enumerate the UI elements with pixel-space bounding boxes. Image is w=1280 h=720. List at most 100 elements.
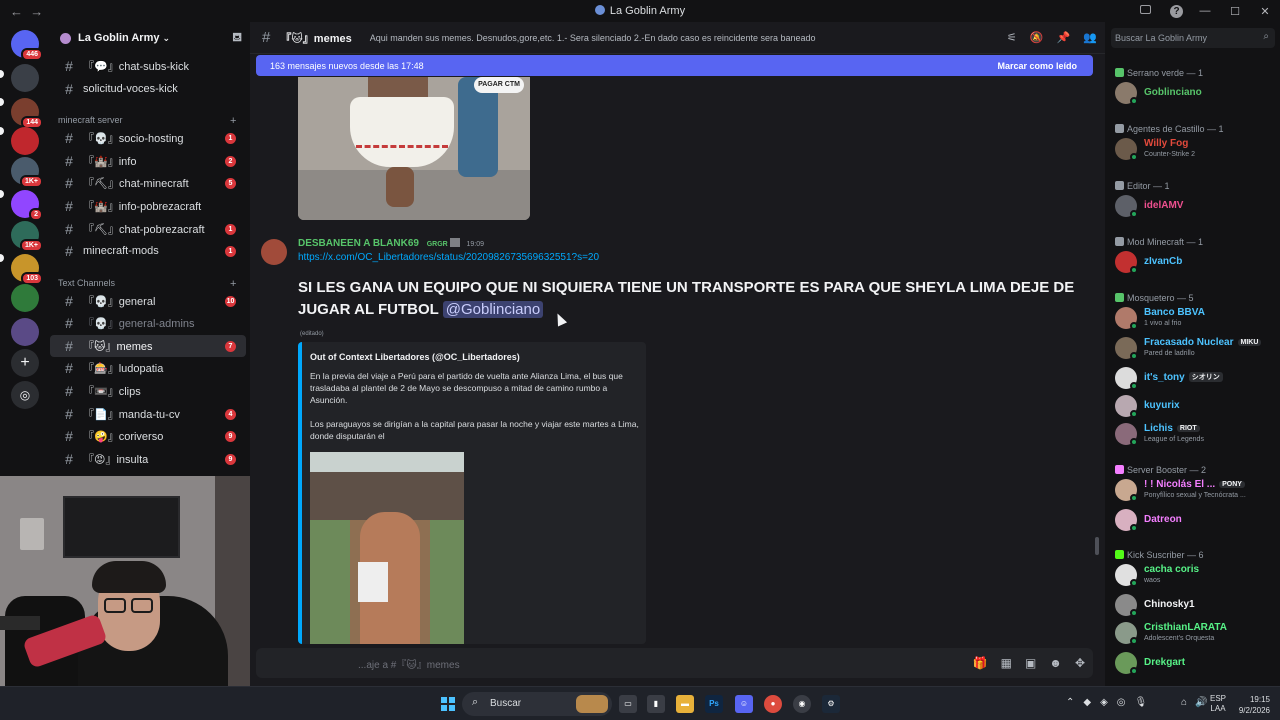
new-messages-bar[interactable]: 163 mensajes nuevos desde las 17:48 Marc… <box>256 55 1093 76</box>
clock[interactable]: 19:15 9/2/2026 <box>1239 694 1270 716</box>
member-item[interactable]: it's_tony シオリン <box>1115 365 1275 391</box>
member-tag-badge: RIOT <box>1176 425 1200 432</box>
channel-item[interactable]: # 『🤪』coriverso 9 <box>50 425 246 447</box>
channel-item[interactable]: # solicitud-voces-kick <box>50 78 246 100</box>
member-item[interactable]: idelAMV <box>1115 193 1275 219</box>
help-icon[interactable]: ? <box>1160 4 1190 18</box>
network-icon[interactable]: ⌂ <box>1181 697 1187 708</box>
channel-item[interactable]: # 『💀』socio-hosting 1 <box>50 127 246 149</box>
add-channel-icon[interactable]: + <box>230 115 236 127</box>
server-icon[interactable] <box>11 284 39 312</box>
members-list-icon[interactable]: 👥 <box>1083 31 1097 44</box>
channel-item[interactable]: # 『📄』manda-tu-cv 4 <box>50 403 246 425</box>
server-icon[interactable]: 1K+ <box>11 221 43 252</box>
channel-item[interactable]: # 『🐱』memes 7 <box>50 335 246 357</box>
channel-name: 『🐱』memes <box>83 341 153 353</box>
taskbar-search[interactable]: ⌕ Buscar <box>462 692 612 716</box>
tray-app-icon[interactable]: ◆ <box>1083 697 1091 708</box>
server-icon[interactable]: 2 <box>11 190 43 221</box>
emoji-icon[interactable]: ☻ <box>1049 656 1062 670</box>
embed-image[interactable] <box>310 452 464 644</box>
minimize-button[interactable]: — <box>1190 5 1220 17</box>
channel-topic[interactable]: Aqui manden sus memes. Desnudos,gore,etc… <box>370 33 816 43</box>
channel-item[interactable]: # 『😡』insulta 9 <box>50 448 246 470</box>
volume-icon[interactable]: 🔊 <box>1195 697 1207 708</box>
pin-icon[interactable]: 📌 <box>1057 31 1071 44</box>
guild-header[interactable]: La Goblin Army ⌄ ⛾ <box>50 22 250 54</box>
member-item[interactable]: Datreon <box>1115 507 1275 533</box>
add-server-icon[interactable]: + <box>11 349 39 377</box>
member-item[interactable]: Banco BBVA 1 vivo al frio <box>1115 305 1275 331</box>
discord-taskbar-icon[interactable]: ☺ <box>735 695 753 713</box>
member-item[interactable]: Willy Fog Counter-Strike 2 <box>1115 136 1275 162</box>
windows-start-icon[interactable] <box>441 697 455 711</box>
server-icon[interactable]: 103 <box>11 254 43 285</box>
server-icon[interactable]: 1K+ <box>11 157 43 188</box>
microphone-icon[interactable]: 🎙 <box>1135 697 1148 708</box>
member-name: Goblinciano <box>1144 87 1202 98</box>
embed-title[interactable]: Out of Context Libertadores (@OC_Liberta… <box>310 352 520 362</box>
message-author[interactable]: DESBANEEN A BLANK69 <box>298 238 419 249</box>
channel-item[interactable]: # 『⛏』chat-pobrezacraft 1 <box>50 218 246 240</box>
channel-category[interactable]: Text Channels + <box>58 278 236 290</box>
app-icon[interactable]: ▮ <box>647 695 665 713</box>
meme-image[interactable]: PAGAR CTM <box>298 77 530 220</box>
chrome-icon[interactable]: ● <box>764 695 782 713</box>
gift-icon[interactable]: 🎁 <box>973 656 988 670</box>
add-channel-icon[interactable]: + <box>230 278 236 290</box>
user-mention[interactable]: @Goblinciano <box>442 301 544 318</box>
message-text: SI LES GANA UN EQUIPO QUE NI SIQUIERA TI… <box>298 279 1075 318</box>
channel-item[interactable]: # 『🏰』info 2 <box>50 150 246 172</box>
server-icon[interactable]: 446 <box>11 30 43 61</box>
tray-app-icon[interactable]: ◎ <box>1117 697 1126 708</box>
member-item[interactable]: Chinosky1 <box>1115 592 1275 618</box>
member-item[interactable]: zIvanCb <box>1115 249 1275 275</box>
guild-tag[interactable]: GRGR <box>427 241 448 248</box>
photoshop-icon[interactable]: Ps <box>705 695 723 713</box>
server-icon[interactable] <box>11 64 39 92</box>
inbox-icon[interactable] <box>1130 5 1160 17</box>
message-link[interactable]: https://x.com/OC_Libertadores/status/202… <box>298 252 599 263</box>
language-indicator[interactable]: ESP LAA <box>1210 694 1226 714</box>
apps-icon[interactable]: ✥ <box>1075 656 1085 670</box>
member-item[interactable]: Fracasado Nuclear MIKU Pared de ladrillo <box>1115 335 1275 361</box>
maximize-button[interactable]: ☐ <box>1220 5 1250 18</box>
channel-item[interactable]: # 『💀』general 10 <box>50 290 246 312</box>
channel-item[interactable]: # 『⛏』chat-minecraft 5 <box>50 172 246 194</box>
channel-item[interactable]: # 『🏰』info-pobrezacraft <box>50 195 246 217</box>
tray-app-icon[interactable]: ◈ <box>1100 697 1108 708</box>
tray-chevron-icon[interactable]: ⌃ <box>1066 697 1074 708</box>
scrollbar[interactable] <box>1095 537 1099 555</box>
channel-item[interactable]: # 『📼』clips <box>50 380 246 402</box>
channel-item[interactable]: # minecraft-mods 1 <box>50 240 246 262</box>
task-view-icon[interactable]: ▭ <box>619 695 637 713</box>
steam-icon[interactable]: ⚙ <box>822 695 840 713</box>
search-input[interactable]: Buscar La Goblin Army ⌕ <box>1111 28 1275 48</box>
message-composer[interactable]: ...aje a #『🐱』memes 🎁 ▦ ▣ ☻ ✥ <box>256 648 1093 678</box>
invite-icon[interactable]: ⛾ <box>232 30 242 46</box>
notifications-muted-icon[interactable]: 🔕 <box>1030 31 1044 44</box>
file-explorer-icon[interactable]: ▬ <box>676 695 694 713</box>
member-item[interactable]: cacha coris waos <box>1115 562 1275 588</box>
mark-as-read-button[interactable]: Marcar como leído <box>997 61 1077 71</box>
server-icon[interactable] <box>11 127 39 155</box>
member-item[interactable]: Drekgart <box>1115 650 1275 676</box>
discover-icon[interactable]: ◎ <box>11 381 39 409</box>
member-item[interactable]: Goblinciano <box>1115 80 1275 106</box>
server-icon[interactable] <box>11 318 39 346</box>
channel-item[interactable]: # 『💀』general-admins <box>50 312 246 334</box>
server-icon[interactable]: 144 <box>11 98 43 129</box>
member-item[interactable]: Lichis RIOT League of Legends <box>1115 421 1275 447</box>
channel-item[interactable]: # 『💬』chat-subs-kick <box>50 55 246 77</box>
close-button[interactable]: ✕ <box>1250 5 1280 18</box>
member-item[interactable]: CristhianLARATA Adolescent's Orquesta <box>1115 620 1275 646</box>
channel-category[interactable]: minecraft server + <box>58 115 236 127</box>
channel-item[interactable]: # 『🎰』ludopatia <box>50 357 246 379</box>
sticker-icon[interactable]: ▣ <box>1025 656 1036 670</box>
member-item[interactable]: kuyurix <box>1115 393 1275 419</box>
avatar[interactable] <box>261 239 287 265</box>
gif-icon[interactable]: ▦ <box>1001 656 1012 670</box>
threads-icon[interactable]: ⚟ <box>1007 31 1017 44</box>
member-item[interactable]: ! ! Nicolás El ... PONY Ponyfílico sexual … <box>1115 477 1275 503</box>
obs-icon[interactable]: ◉ <box>793 695 811 713</box>
